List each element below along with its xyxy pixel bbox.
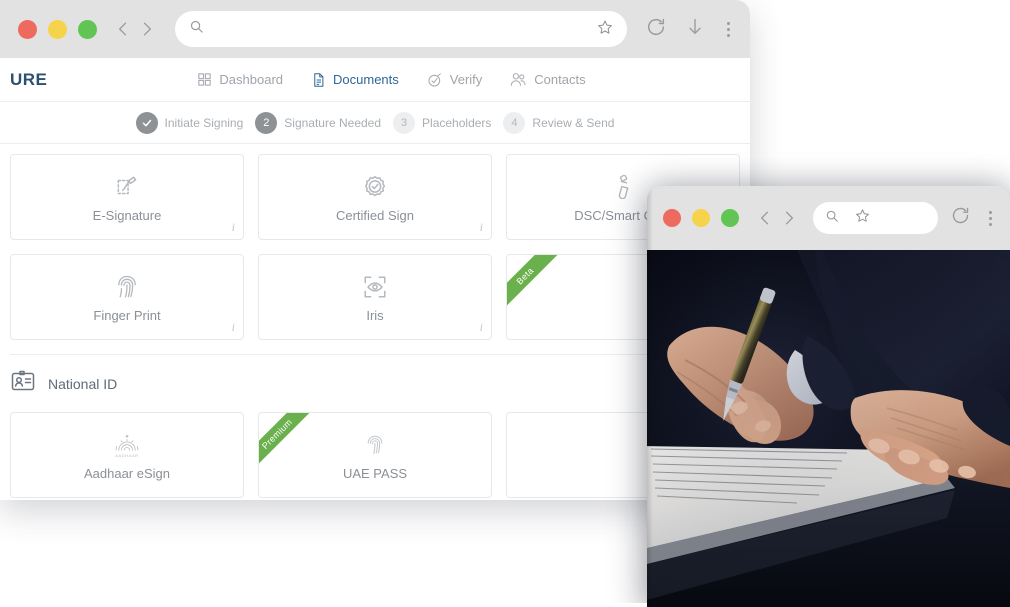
beta-ribbon: Beta [507,255,563,311]
step-label: Signature Needed [284,115,382,130]
step-review-send[interactable]: 4 Review & Send [503,111,615,134]
nav-arrows[interactable] [113,19,157,39]
aadhaar-wordmark: AADHAAR [115,452,139,458]
step-number: 3 [393,111,416,134]
main-nav: Dashboard Documents Verify Contacts [197,72,586,88]
maximize-window-button[interactable] [721,209,739,227]
address-bar[interactable] [175,11,627,47]
nav-label: Documents [333,72,399,87]
fingerprint-icon [115,272,139,302]
browser-window-front [647,186,1010,607]
grid-dashboard-icon [197,72,212,87]
ribbon-label: Premium [259,413,314,469]
method-label: E-Signature [92,207,162,223]
info-icon[interactable]: i [480,220,483,235]
info-icon[interactable]: i [232,220,235,235]
id-card-icon [10,369,36,398]
app-logo[interactable]: URE [10,70,47,90]
ribbon-label: Beta [507,255,562,311]
premium-ribbon: Premium [259,413,315,469]
fingerprint-icon [365,430,385,460]
browser-chrome-back [0,0,750,58]
chrome-actions [950,205,996,231]
methods-row-2: Finger Print i Iris i Beta [10,254,740,340]
forward-button[interactable] [779,208,799,228]
nav-item-dashboard[interactable]: Dashboard [197,72,283,87]
nav-item-documents[interactable]: Documents [311,72,399,88]
contacts-people-icon [510,72,527,87]
maximize-window-button[interactable] [78,19,97,39]
info-icon[interactable]: i [480,320,483,335]
search-icon [825,209,839,228]
nav-item-contacts[interactable]: Contacts [510,72,586,87]
nav-label: Contacts [534,72,586,87]
step-number: 4 [503,111,526,134]
step-number: 2 [255,111,278,134]
kebab-menu-icon[interactable] [985,210,996,226]
step-placeholders[interactable]: 3 Placeholders [393,111,492,134]
signing-methods-grid: E-Signature i Certified Sign i DSC/Smart… [0,144,750,355]
method-card-iris[interactable]: Iris i [258,254,492,340]
national-id-label: Aadhaar eSign [83,465,170,481]
national-id-card-aadhaar[interactable]: AADHAAR Aadhaar eSign [10,412,244,498]
step-initiate-signing[interactable]: Initiate Signing [135,111,244,134]
traffic-lights[interactable] [663,209,739,227]
national-id-section: National ID AADHAAR Aadhaar eSign Premiu… [0,355,750,498]
e-signature-pad-icon [114,172,140,202]
reload-icon[interactable] [645,16,667,43]
chrome-actions [645,16,734,43]
reload-icon[interactable] [950,205,971,231]
documents-icon [311,72,326,88]
methods-row-1: E-Signature i Certified Sign i DSC/Smart… [10,154,740,240]
step-label: Initiate Signing [164,115,244,130]
certified-seal-check-icon [362,172,388,202]
info-icon[interactable]: i [232,320,235,335]
kebab-menu-icon[interactable] [723,21,734,37]
minimize-window-button[interactable] [692,209,710,227]
app-navbar: URE Dashboard Documents Verify Contacts [0,58,750,102]
star-icon[interactable] [597,19,613,40]
method-card-finger-print[interactable]: Finger Print i [10,254,244,340]
nav-item-verify[interactable]: Verify [427,72,483,88]
forward-button[interactable] [137,19,157,39]
step-label: Review & Send [532,115,615,130]
national-id-label: UAE PASS [342,465,408,481]
national-id-card-uae-pass[interactable]: Premium UAE PASS [258,412,492,498]
download-arrow-icon[interactable] [685,16,705,43]
check-icon [135,111,158,134]
star-icon[interactable] [855,208,870,228]
aadhaar-logo-icon: AADHAAR [112,430,142,460]
nav-arrows[interactable] [755,208,799,228]
signing-stepper: Initiate Signing 2 Signature Needed 3 Pl… [0,102,750,144]
minimize-window-button[interactable] [48,19,67,39]
method-label: Finger Print [93,307,161,323]
verify-badge-icon [427,72,443,88]
step-label: Placeholders [422,115,492,130]
method-card-certified-sign[interactable]: Certified Sign i [258,154,492,240]
usb-token-icon [611,172,635,202]
step-signature-needed[interactable]: 2 Signature Needed [255,111,382,134]
national-id-row: AADHAAR Aadhaar eSign Premium UAE PASS [10,412,740,498]
nav-label: Dashboard [219,72,284,87]
iris-scan-icon [362,272,388,302]
method-label: Iris [366,307,384,323]
method-label: Certified Sign [335,207,415,223]
browser-chrome-front [647,186,1010,250]
photo-illustration [647,250,1010,607]
bottom-edge-mask [0,603,647,607]
method-card-e-signature[interactable]: E-Signature i [10,154,244,240]
nav-label: Verify [449,72,483,87]
section-title: National ID [48,375,118,392]
back-button[interactable] [755,208,775,228]
address-bar[interactable] [813,202,938,234]
screenshot-stage: URE Dashboard Documents Verify Contacts … [0,0,1010,607]
browser-window-back: URE Dashboard Documents Verify Contacts … [0,0,750,500]
traffic-lights[interactable] [18,19,97,39]
national-id-heading: National ID [10,369,740,398]
document-signing-photo [647,250,1010,607]
search-icon [189,19,204,39]
close-window-button[interactable] [18,19,37,39]
close-window-button[interactable] [663,209,681,227]
back-button[interactable] [113,19,133,39]
